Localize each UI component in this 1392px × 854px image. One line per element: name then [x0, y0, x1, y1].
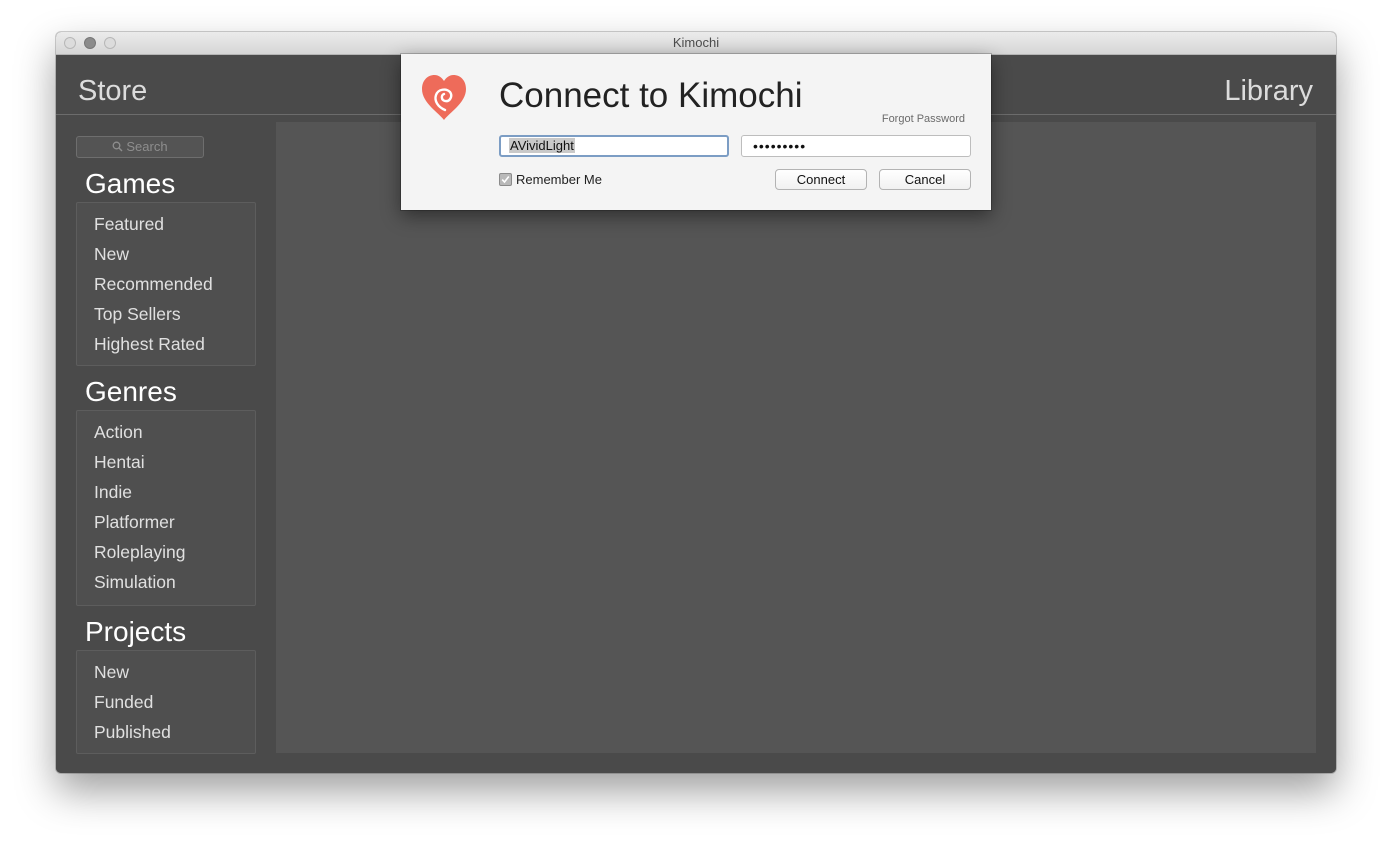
connect-dialog: Connect to Kimochi Forgot Password AVivi…	[401, 54, 991, 210]
store-tab[interactable]: Store	[78, 75, 147, 108]
window-title: Kimochi	[672, 35, 720, 50]
section-title-projects: Projects	[85, 616, 187, 647]
checkmark-icon	[501, 176, 510, 184]
username-value: AVividLight	[509, 138, 575, 153]
sidebar-item-top-sellers[interactable]: Top Sellers	[77, 299, 255, 329]
sidebar-item-highest-rated[interactable]: Highest Rated	[77, 329, 255, 359]
remember-me-label: Remember Me	[516, 172, 602, 187]
search-field[interactable]: Search	[76, 136, 204, 158]
username-field[interactable]: AVividLight	[499, 135, 729, 157]
password-field[interactable]: •••••••••	[741, 135, 971, 157]
sidebar-item-published[interactable]: Published	[77, 717, 255, 747]
genres-list: Action Hentai Indie Platformer Roleplayi…	[76, 410, 256, 606]
remember-me-option[interactable]: Remember Me	[499, 172, 602, 187]
title-bar[interactable]: Kimochi	[56, 32, 1336, 55]
connect-button[interactable]: Connect	[775, 169, 867, 190]
sidebar-item-funded[interactable]: Funded	[77, 687, 255, 717]
cancel-button[interactable]: Cancel	[879, 169, 971, 190]
search-icon	[112, 141, 123, 152]
library-tab[interactable]: Library	[1224, 75, 1313, 108]
projects-list: New Funded Published	[76, 650, 256, 754]
sidebar-item-action[interactable]: Action	[77, 417, 255, 447]
remember-me-checkbox[interactable]	[499, 173, 512, 187]
sidebar-item-simulation[interactable]: Simulation	[77, 567, 255, 597]
section-title-games: Games	[85, 168, 176, 199]
search-placeholder: Search	[126, 139, 168, 154]
main-content-panel	[276, 122, 1316, 753]
sidebar-item-recommended[interactable]: Recommended	[77, 269, 255, 299]
forgot-password-link[interactable]: Forgot Password	[882, 113, 965, 125]
sidebar-item-new-games[interactable]: New	[77, 239, 255, 269]
games-list: Featured New Recommended Top Sellers Hig…	[76, 202, 256, 366]
sidebar-item-indie[interactable]: Indie	[77, 477, 255, 507]
sidebar-item-roleplaying[interactable]: Roleplaying	[77, 537, 255, 567]
sidebar-item-hentai[interactable]: Hentai	[77, 447, 255, 477]
dialog-title: Connect to Kimochi	[499, 76, 803, 115]
section-title-genres: Genres	[85, 376, 177, 407]
sidebar-item-featured[interactable]: Featured	[77, 209, 255, 239]
heart-swirl-icon	[422, 75, 466, 120]
sidebar-item-new-projects[interactable]: New	[77, 657, 255, 687]
sidebar-item-platformer[interactable]: Platformer	[77, 507, 255, 537]
